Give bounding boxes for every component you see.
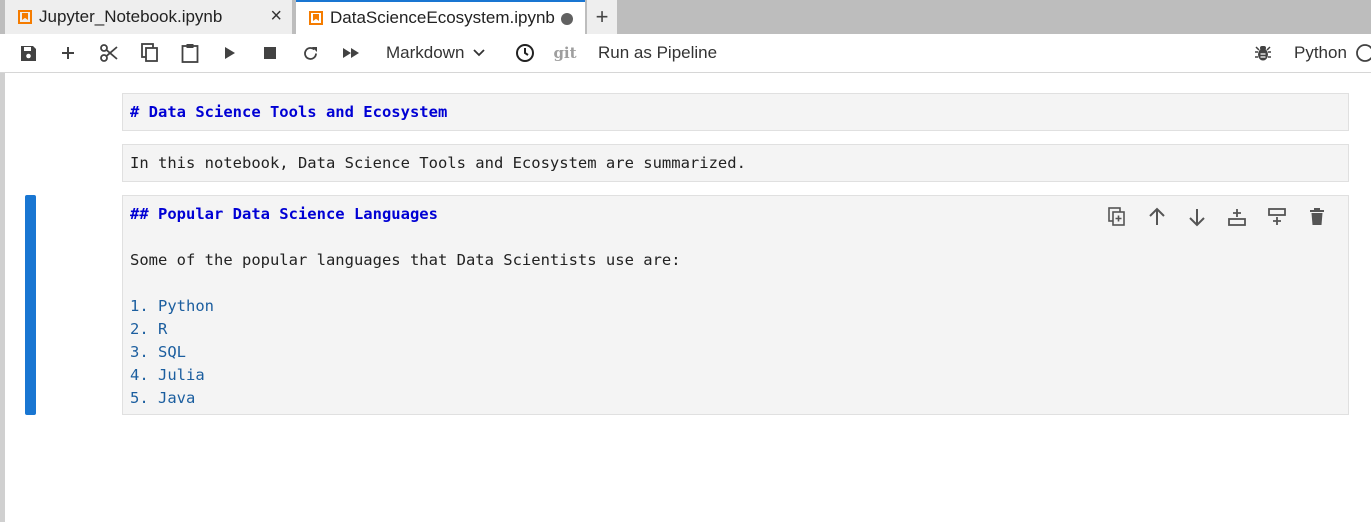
move-cell-up-button[interactable] <box>1146 207 1168 227</box>
stop-icon <box>264 47 276 59</box>
add-tab-button[interactable]: + <box>587 0 617 34</box>
markdown-cell[interactable]: # Data Science Tools and Ecosystem <box>122 93 1349 131</box>
markdown-cell-active[interactable]: ## Popular Data Science Languages Some o… <box>122 195 1349 415</box>
tab-bar: Jupyter_Notebook.ipynb × DataScienceEcos… <box>0 0 1371 34</box>
cell-line: # Data Science Tools and Ecosystem <box>130 103 448 121</box>
run-cell-button[interactable] <box>221 42 239 64</box>
list-item: 5. Java <box>130 389 196 407</box>
notebook-icon <box>18 10 32 24</box>
git-label: git <box>553 44 577 62</box>
list-item: 1. Python <box>130 297 214 315</box>
play-icon <box>225 47 235 59</box>
cell-line: Some of the popular languages that Data … <box>130 251 681 269</box>
run-as-pipeline-button[interactable]: Run as Pipeline <box>598 42 728 64</box>
tab-label: DataScienceEcosystem.ipynb <box>330 8 555 27</box>
kernel-status-icon <box>1356 44 1371 62</box>
list-item: 3. SQL <box>130 343 186 361</box>
delete-cell-button[interactable] <box>1306 207 1328 227</box>
restart-run-all-button[interactable] <box>340 42 362 64</box>
tab-jupyter-notebook[interactable]: Jupyter_Notebook.ipynb × <box>5 0 293 34</box>
trash-icon <box>1310 208 1324 225</box>
execution-time-button[interactable] <box>514 42 536 64</box>
insert-cell-button[interactable] <box>58 42 78 64</box>
save-button[interactable] <box>18 42 38 64</box>
arrow-up-icon <box>1149 207 1165 225</box>
scissors-icon <box>100 44 118 62</box>
cell-line: In this notebook, Data Science Tools and… <box>130 154 746 172</box>
clipboard-icon <box>181 44 199 63</box>
insert-below-icon <box>1268 208 1286 225</box>
duplicate-cell-button[interactable] <box>1106 207 1128 227</box>
save-icon <box>20 45 36 61</box>
arrow-down-icon <box>1189 209 1205 227</box>
list-item: 2. R <box>130 320 168 338</box>
copy-button[interactable] <box>139 42 161 64</box>
tab-datascience-ecosystem[interactable]: DataScienceEcosystem.ipynb <box>296 0 585 34</box>
run-as-pipeline-label: Run as Pipeline <box>598 43 718 62</box>
list-item: 4. Julia <box>130 366 205 384</box>
notebook-icon <box>309 11 323 25</box>
refresh-icon <box>303 46 317 60</box>
active-cell-indicator[interactable] <box>25 195 36 415</box>
interrupt-kernel-button[interactable] <box>261 42 279 64</box>
insert-above-icon <box>1228 209 1246 226</box>
restart-kernel-button[interactable] <box>300 42 320 64</box>
cell-type-dropdown[interactable]: Markdown <box>386 42 496 64</box>
bug-icon <box>1255 46 1271 61</box>
left-sidebar-edge <box>0 73 5 522</box>
cell-type-value: Markdown <box>386 43 465 62</box>
insert-cell-above-button[interactable] <box>1226 207 1248 227</box>
cell-line: ## Popular Data Science Languages <box>130 205 438 223</box>
debugger-button[interactable] <box>1253 42 1273 64</box>
fast-forward-icon <box>343 48 359 58</box>
markdown-cell[interactable]: In this notebook, Data Science Tools and… <box>122 144 1349 182</box>
plus-icon <box>62 47 74 59</box>
unsaved-indicator-icon[interactable] <box>561 13 573 25</box>
git-button[interactable]: git <box>552 42 578 64</box>
move-cell-down-button[interactable] <box>1186 207 1208 227</box>
copy-icon <box>141 43 158 62</box>
close-icon[interactable]: × <box>270 5 282 28</box>
clock-icon <box>516 44 534 62</box>
notebook-toolbar: Markdown git Run as Pipeline Python <box>0 34 1371 73</box>
kernel-name: Python <box>1294 43 1347 62</box>
tab-label: Jupyter_Notebook.ipynb <box>39 7 223 26</box>
chevron-down-icon <box>473 49 486 57</box>
cut-button[interactable] <box>98 42 120 64</box>
insert-cell-below-button[interactable] <box>1266 207 1288 227</box>
paste-button[interactable] <box>179 42 201 64</box>
duplicate-icon <box>1108 207 1125 226</box>
cell-toolbar <box>1106 207 1328 227</box>
kernel-selector[interactable]: Python <box>1294 42 1371 64</box>
